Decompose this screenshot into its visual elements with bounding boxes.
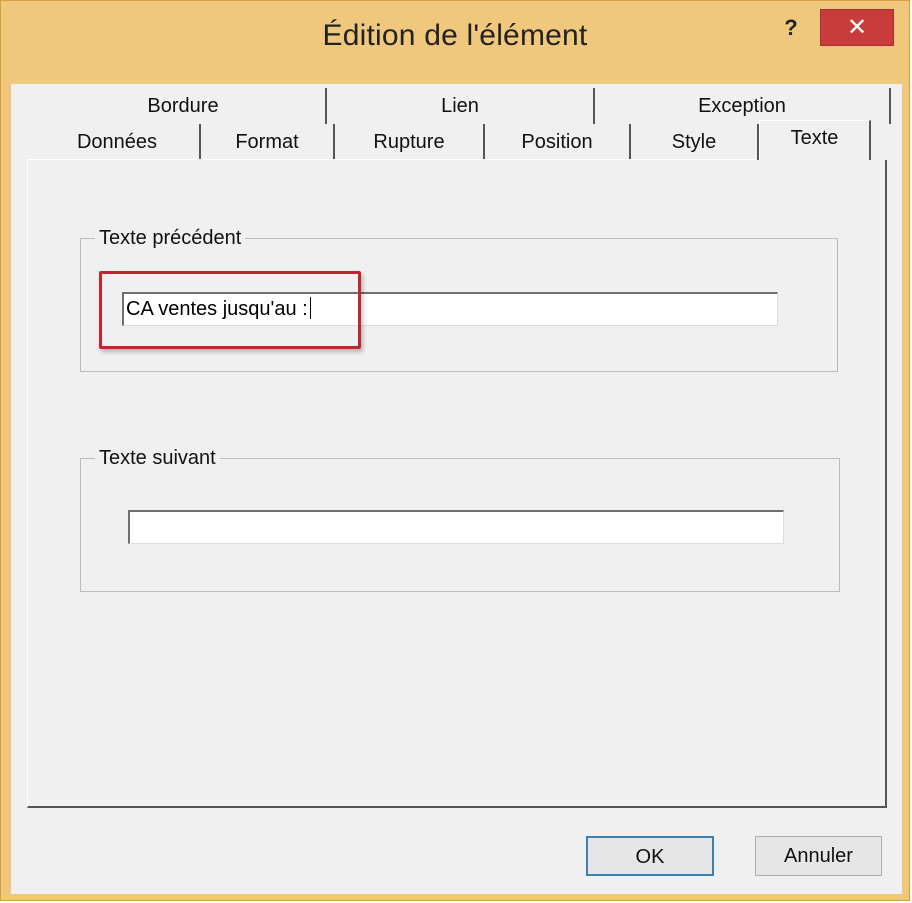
tab-position[interactable]: Position [485,124,631,160]
tab-rupture[interactable]: Rupture [335,124,485,160]
tab-format[interactable]: Format [201,124,335,160]
help-button[interactable]: ? [771,15,811,43]
dialog-client-area: Bordure Lien Exception Données Format Ru… [11,84,902,894]
close-button[interactable]: ✕ [820,9,894,46]
close-icon[interactable]: ✕ [847,14,867,41]
tab-exception[interactable]: Exception [595,88,891,124]
tab-style[interactable]: Style [631,124,759,160]
cancel-button[interactable]: Annuler [755,836,882,876]
tab-bordure[interactable]: Bordure [41,88,327,124]
tab-lien[interactable]: Lien [327,88,595,124]
groupbox-label: Texte précédent [95,225,246,251]
tab-donnees[interactable]: Données [35,124,201,160]
annotation-highlight-box [99,271,361,349]
texte-suivant-input[interactable] [128,510,784,544]
tab-texte[interactable]: Texte [759,120,871,160]
ok-button[interactable]: OK [586,836,714,876]
title-bar[interactable]: Édition de l'élément ? ✕ [1,1,909,83]
groupbox-label: Texte suivant [95,445,220,471]
dialog-window: Édition de l'élément ? ✕ Bordure Lien Ex… [0,0,910,901]
tab-panel-texte: Texte précédent CA ventes jusqu'au : Tex… [27,160,887,808]
